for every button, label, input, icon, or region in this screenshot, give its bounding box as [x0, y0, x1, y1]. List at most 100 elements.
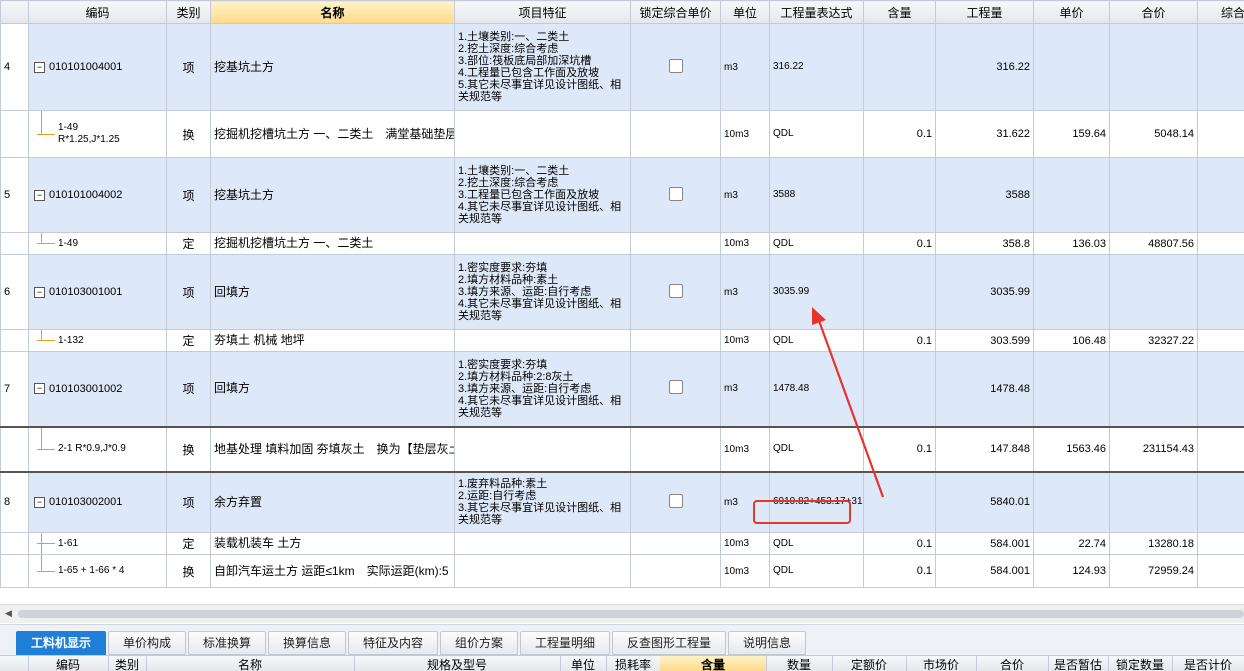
bh-name[interactable]: 名称 [146, 656, 355, 671]
bh-loss-rate[interactable]: 损耗率 [606, 656, 661, 671]
header-unit-price[interactable]: 单价 [1034, 1, 1110, 24]
table-row[interactable]: 1-132 定 夯填土 机械 地坪 10m3 QDL 0.1 303.599 1… [1, 330, 1244, 352]
sub-code-cell[interactable]: 2-1 R*0.9,J*0.9 [29, 427, 167, 472]
sub-name[interactable]: 挖掘机挖槽坑土方 一、二类土 满堂基础垫层底以下局部加深的槽坑 人工*1.25,… [211, 111, 455, 158]
tab-labor-material-machine[interactable]: 工料机显示 [16, 631, 106, 655]
sub-content[interactable]: 0.1 [864, 427, 936, 472]
header-lock-price[interactable]: 锁定综合单价 [631, 1, 721, 24]
bh-code[interactable]: 编码 [28, 656, 109, 671]
item-code-cell[interactable]: −010103002001 [29, 472, 167, 533]
lock-price-cell[interactable] [631, 24, 721, 111]
item-expression[interactable]: 3588 [770, 158, 864, 233]
item-code-cell[interactable]: −010101004002 [29, 158, 167, 233]
sub-expression[interactable]: QDL [770, 555, 864, 588]
sub-expression[interactable]: QDL [770, 427, 864, 472]
lock-price-checkbox[interactable] [669, 284, 683, 298]
horizontal-scrollbar[interactable]: ◀ [0, 604, 1244, 623]
sub-expression[interactable]: QDL [770, 330, 864, 352]
table-row[interactable]: 6 −010103001001 项 回填方 1.密实度要求:夯填 2.填方材料品… [1, 255, 1244, 330]
header-content[interactable]: 含量 [864, 1, 936, 24]
item-name[interactable]: 回填方 [211, 255, 455, 330]
sub-code-cell[interactable]: 1-61 [29, 533, 167, 555]
bh-is-priced[interactable]: 是否计价 [1172, 656, 1244, 671]
header-feature[interactable]: 项目特征 [455, 1, 631, 24]
item-feature[interactable]: 1.土壤类别:一、二类土 2.挖土深度:综合考虑 3.工程量已包含工作面及放坡 … [455, 158, 631, 233]
sub-expression[interactable]: QDL [770, 233, 864, 255]
lock-price-cell[interactable] [631, 158, 721, 233]
item-name[interactable]: 余方弃置 [211, 472, 455, 533]
item-feature[interactable]: 1.密实度要求:夯填 2.填方材料品种:2:8灰土 3.填方来源、运距:自行考虑… [455, 352, 631, 427]
lock-price-cell[interactable] [631, 472, 721, 533]
table-row[interactable]: 7 −010103001002 项 回填方 1.密实度要求:夯填 2.填方材料品… [1, 352, 1244, 427]
header-type[interactable]: 类别 [167, 1, 211, 24]
header-unit[interactable]: 单位 [721, 1, 770, 24]
bh-spec[interactable]: 规格及型号 [354, 656, 561, 671]
lock-price-checkbox[interactable] [669, 187, 683, 201]
item-code-cell[interactable]: −010103001002 [29, 352, 167, 427]
item-name[interactable]: 回填方 [211, 352, 455, 427]
bh-quota-price[interactable]: 定额价 [832, 656, 907, 671]
bh-type[interactable]: 类别 [108, 656, 147, 671]
tab-quantity-detail[interactable]: 工程量明细 [520, 631, 610, 655]
collapse-icon[interactable]: − [34, 287, 45, 298]
table-row[interactable]: 1-61 定 装载机装车 土方 10m3 QDL 0.1 584.001 22.… [1, 533, 1244, 555]
item-feature[interactable]: 1.废弃料品种:素土 2.运距:自行考虑 3.其它未尽事宜详见设计图纸、相关规范… [455, 472, 631, 533]
table-row[interactable]: 1-49 R*1.25,J*1.25 换 挖掘机挖槽坑土方 一、二类土 满堂基础… [1, 111, 1244, 158]
item-expression[interactable]: 1478.48 [770, 352, 864, 427]
sub-content[interactable]: 0.1 [864, 555, 936, 588]
header-name[interactable]: 名称 [211, 1, 455, 24]
table-row[interactable]: 5 −010101004002 项 挖基坑土方 1.土壤类别:一、二类土 2.挖… [1, 158, 1244, 233]
lock-price-checkbox[interactable] [669, 380, 683, 394]
tab-features-content[interactable]: 特征及内容 [348, 631, 438, 655]
collapse-icon[interactable]: − [34, 383, 45, 394]
item-code-cell[interactable]: −010103001001 [29, 255, 167, 330]
collapse-icon[interactable]: − [34, 497, 45, 508]
table-row[interactable]: 1-65 + 1-66 * 4 换 自卸汽车运土方 运距≤1km 实际运距(km… [1, 555, 1244, 588]
header-expression[interactable]: 工程量表达式 [770, 1, 864, 24]
sub-name[interactable]: 挖掘机挖槽坑土方 一、二类土 [211, 233, 455, 255]
header-code[interactable]: 编码 [29, 1, 167, 24]
scrollbar-thumb[interactable] [18, 610, 1244, 618]
sub-code-cell[interactable]: 1-65 + 1-66 * 4 [29, 555, 167, 588]
tab-unit-price-composition[interactable]: 单价构成 [108, 631, 186, 655]
bh-provisional[interactable]: 是否暂估 [1048, 656, 1109, 671]
scroll-left-icon[interactable]: ◀ [5, 608, 12, 619]
sub-name[interactable]: 夯填土 机械 地坪 [211, 330, 455, 352]
table-row-selected[interactable]: 2-1 R*0.9,J*0.9 换 地基处理 填料加固 夯填灰土 换为【垫层灰土… [1, 427, 1244, 472]
sub-code-cell[interactable]: 1-49 R*1.25,J*1.25 [29, 111, 167, 158]
tab-reverse-graphic-quantity[interactable]: 反查图形工程量 [612, 631, 726, 655]
table-row[interactable]: 1-49 定 挖掘机挖槽坑土方 一、二类土 10m3 QDL 0.1 358.8… [1, 233, 1244, 255]
bh-market-price[interactable]: 市场价 [906, 656, 977, 671]
sub-code-cell[interactable]: 1-132 [29, 330, 167, 352]
sub-name[interactable]: 地基处理 填料加固 夯填灰土 换为【垫层灰土 2:8】 基础(地下室)周边回填混… [211, 427, 455, 472]
bh-total[interactable]: 合价 [976, 656, 1049, 671]
tab-conversion-info[interactable]: 换算信息 [268, 631, 346, 655]
item-name[interactable]: 挖基坑土方 [211, 158, 455, 233]
item-expression[interactable]: 316.22 [770, 24, 864, 111]
sub-content[interactable]: 0.1 [864, 233, 936, 255]
sub-content[interactable]: 0.1 [864, 111, 936, 158]
tab-pricing-scheme[interactable]: 组价方案 [440, 631, 518, 655]
sub-content[interactable]: 0.1 [864, 330, 936, 352]
header-comprehensive[interactable]: 综合 [1198, 1, 1244, 24]
tab-standard-conversion[interactable]: 标准换算 [188, 631, 266, 655]
bh-lock-qty[interactable]: 锁定数量 [1108, 656, 1173, 671]
sub-name[interactable]: 装载机装车 土方 [211, 533, 455, 555]
lock-price-cell[interactable] [631, 255, 721, 330]
bh-amount[interactable]: 数量 [766, 656, 833, 671]
header-quantity[interactable]: 工程量 [936, 1, 1034, 24]
sub-code-cell[interactable]: 1-49 [29, 233, 167, 255]
collapse-icon[interactable]: − [34, 62, 45, 73]
item-name[interactable]: 挖基坑土方 [211, 24, 455, 111]
lock-price-checkbox[interactable] [669, 494, 683, 508]
collapse-icon[interactable]: − [34, 190, 45, 201]
header-total[interactable]: 合价 [1110, 1, 1198, 24]
lock-price-checkbox[interactable] [669, 59, 683, 73]
sub-expression[interactable]: QDL [770, 533, 864, 555]
lock-price-cell[interactable] [631, 352, 721, 427]
table-row[interactable]: 4 −010101004001 项 挖基坑土方 1.土壤类别:一、二类土 2.挖… [1, 24, 1244, 111]
sub-expression[interactable]: QDL [770, 111, 864, 158]
tab-description[interactable]: 说明信息 [728, 631, 806, 655]
item-feature[interactable]: 1.密实度要求:夯填 2.填方材料品种:素土 3.填方来源、运距:自行考虑 4.… [455, 255, 631, 330]
item-feature[interactable]: 1.土壤类别:一、二类土 2.挖土深度:综合考虑 3.部位:筏板底局部加深坑槽 … [455, 24, 631, 111]
